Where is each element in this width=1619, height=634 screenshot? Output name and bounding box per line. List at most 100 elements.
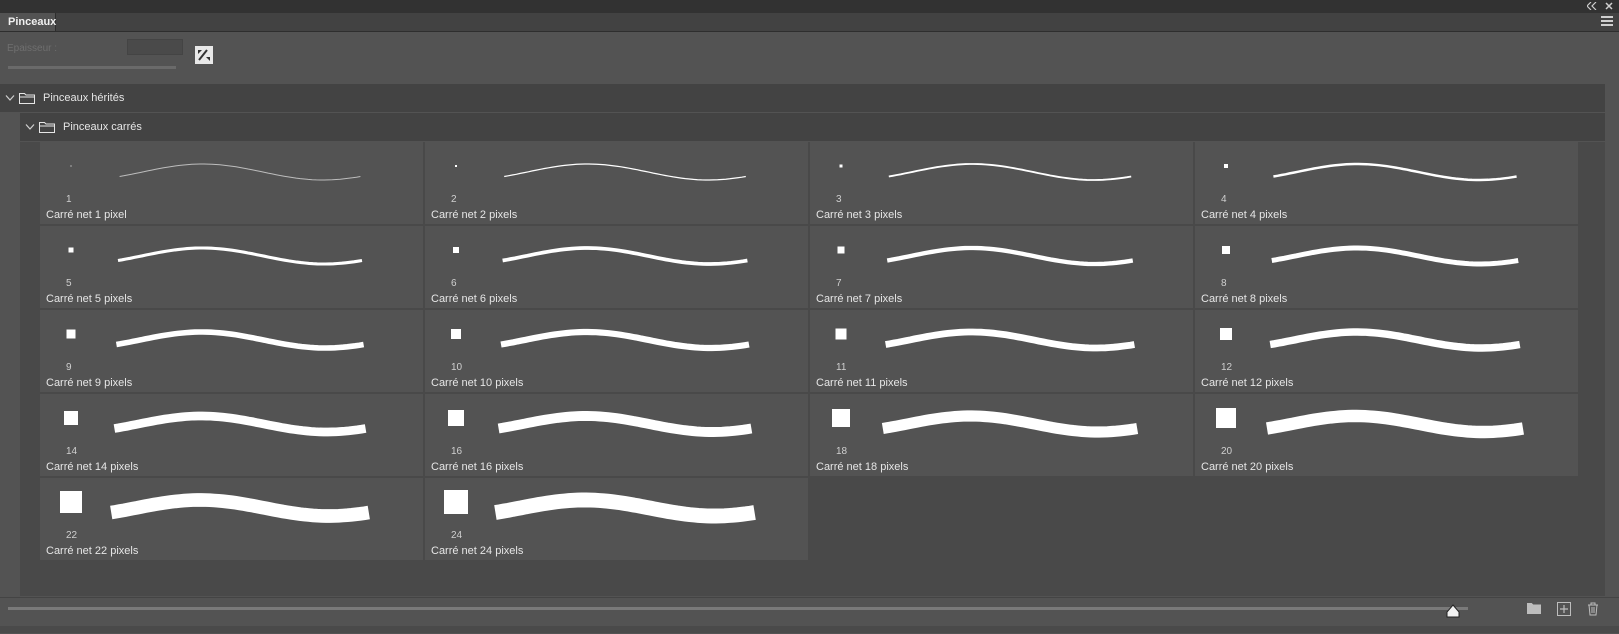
brush-name: Carré net 16 pixels [431,461,524,473]
brush-stroke-preview [1271,245,1519,267]
add-brush-icon[interactable] [1557,602,1571,616]
brush-size-number: 5 [66,278,72,289]
brush-tip-square [837,246,845,254]
thickness-slider[interactable] [8,66,176,69]
hamburger-menu-icon[interactable] [1601,16,1613,28]
brush-item[interactable]: 8 Carré net 8 pixels [1195,226,1578,308]
folder-icon[interactable] [1527,602,1541,616]
brush-settings-area: Epaisseur : [0,32,1619,82]
slider-thumb-icon[interactable] [1446,604,1460,618]
brush-name: Carré net 1 pixel [46,209,127,221]
chevron-down-icon[interactable] [3,95,17,101]
brush-item[interactable]: 16 Carré net 16 pixels [425,394,808,476]
brush-tip-square [66,329,76,339]
close-icon[interactable] [1605,1,1613,12]
double-chevron-left-icon[interactable] [1586,1,1597,12]
brush-name: Carré net 22 pixels [46,545,139,557]
group-label: Pinceaux carrés [63,121,142,133]
brush-stroke-preview [113,411,367,437]
brush-tip-square [60,491,82,513]
brush-size-number: 1 [66,194,72,205]
brush-item[interactable]: 18 Carré net 18 pixels [810,394,1193,476]
brush-stroke-preview [885,328,1135,352]
brush-tip-square [68,247,74,253]
brush-item[interactable]: 20 Carré net 20 pixels [1195,394,1578,476]
brush-name: Carré net 7 pixels [816,293,903,305]
brush-tip-square [1224,164,1228,168]
brush-name: Carré net 2 pixels [431,209,518,221]
window-top-strip [0,0,1619,13]
brush-item[interactable]: 12 Carré net 12 pixels [1195,310,1578,392]
brush-item[interactable]: 4 Carré net 4 pixels [1195,142,1578,224]
brush-size-number: 18 [836,446,848,457]
group-pinceaux-herites[interactable]: Pinceaux hérités [0,84,1605,112]
brush-stroke-preview [494,492,756,524]
group-pinceaux-carres[interactable]: Pinceaux carrés [20,113,1605,141]
brush-name: Carré net 4 pixels [1201,209,1288,221]
brush-stroke-preview [502,246,748,266]
brush-name: Carré net 12 pixels [1201,377,1294,389]
brush-tip-square [835,328,847,340]
brush-list: Pinceaux hérités Pinceaux carrés 1 Carré … [0,84,1619,596]
brush-settings-icon[interactable] [195,46,213,64]
brush-item[interactable]: 22 Carré net 22 pixels [40,478,423,560]
chevron-down-icon[interactable] [23,124,37,130]
brush-item[interactable]: 6 Carré net 6 pixels [425,226,808,308]
brush-stroke-preview [886,245,1134,267]
tab-pinceaux[interactable]: Pinceaux [0,13,56,31]
brush-stroke-preview [888,163,1132,181]
brush-size-number: 8 [1221,278,1227,289]
brush-tip-square [64,411,78,425]
preview-size-slider[interactable] [8,607,1468,610]
brush-stroke-preview [881,410,1139,438]
brush-name: Carré net 8 pixels [1201,293,1288,305]
brush-tip-square [453,247,459,253]
thickness-input[interactable] [127,39,183,55]
brush-size-number: 10 [451,362,463,373]
brush-tip-square [444,490,468,514]
brush-tip-square [448,410,464,426]
brush-size-number: 12 [1221,362,1233,373]
brush-item[interactable]: 5 Carré net 5 pixels [40,226,423,308]
brush-stroke-preview [497,411,753,437]
brush-item[interactable]: 11 Carré net 11 pixels [810,310,1193,392]
trash-icon[interactable] [1587,602,1601,616]
brush-tip-square [1222,246,1230,254]
brush-size-number: 24 [451,530,463,541]
brush-name: Carré net 9 pixels [46,377,133,389]
brush-size-number: 2 [451,194,457,205]
brush-size-number: 14 [66,446,78,457]
brush-item[interactable]: 3 Carré net 3 pixels [810,142,1193,224]
brush-item[interactable]: 9 Carré net 9 pixels [40,310,423,392]
brush-stroke-preview [110,493,370,523]
group-label: Pinceaux hérités [43,92,125,104]
brush-item[interactable]: 2 Carré net 2 pixels [425,142,808,224]
brush-tip-square [1220,328,1232,340]
brush-name: Carré net 5 pixels [46,293,133,305]
brush-name: Carré net 24 pixels [431,545,524,557]
brush-item[interactable]: 1 Carré net 1 pixel [40,142,423,224]
brush-name: Carré net 10 pixels [431,377,524,389]
brush-name: Carré net 6 pixels [431,293,518,305]
brush-item[interactable]: 14 Carré net 14 pixels [40,394,423,476]
brush-size-number: 9 [66,362,72,373]
brush-stroke-preview [1266,409,1524,439]
brush-size-number: 11 [836,362,847,373]
folder-icon [39,121,59,133]
brush-tip-square [455,165,457,167]
brush-stroke-preview [117,246,363,266]
brush-stroke-preview [504,163,746,181]
brush-stroke-preview [500,328,750,352]
panel-tab-bar: Pinceaux [0,13,1619,32]
panel-bottom-edge [0,626,1619,633]
brush-tip-square [1216,408,1236,428]
brush-name: Carré net 11 pixels [816,377,908,389]
brush-grid: 1 Carré net 1 pixel 2 Carré net 2 pixels 3 Ca… [40,142,1580,560]
brush-stroke-preview [1269,328,1521,352]
brush-size-number: 16 [451,446,463,457]
brush-item[interactable]: 7 Carré net 7 pixels [810,226,1193,308]
brush-item[interactable]: 24 Carré net 24 pixels [425,478,808,560]
brush-item[interactable]: 10 Carré net 10 pixels [425,310,808,392]
brush-name: Carré net 18 pixels [816,461,909,473]
brush-size-number: 22 [66,530,78,541]
